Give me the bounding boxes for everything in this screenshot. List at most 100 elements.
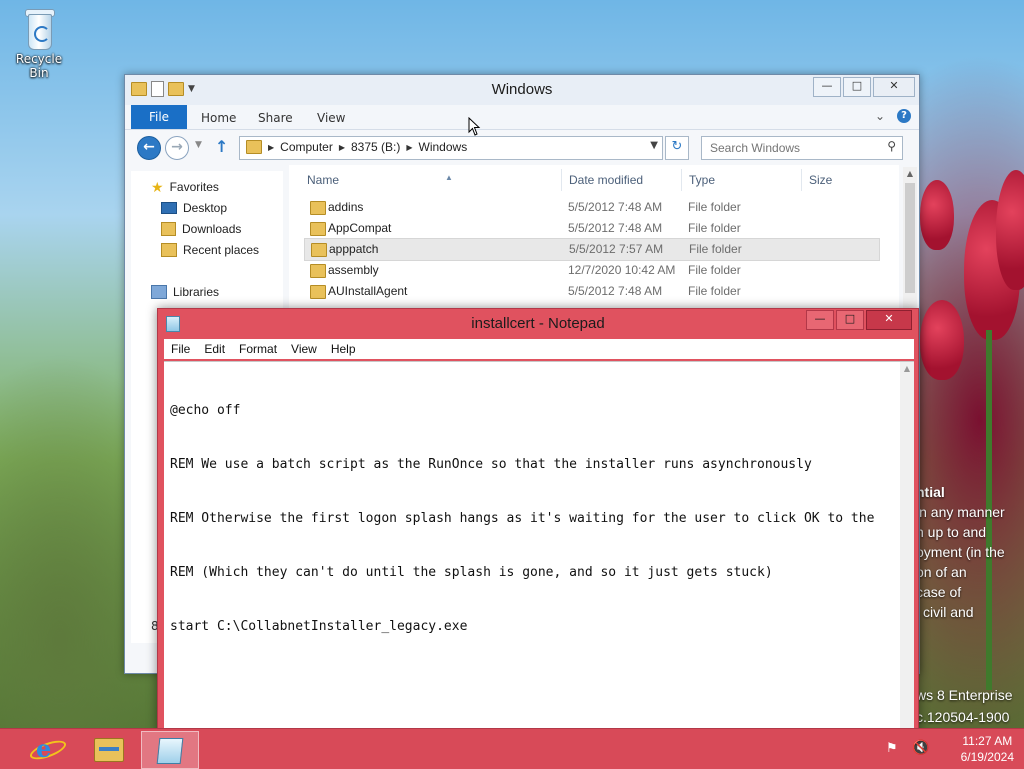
up-button[interactable]: ↑ [215, 137, 228, 156]
file-type: File folder [688, 263, 741, 277]
breadcrumb-drive[interactable]: 8375 (B:) [351, 140, 400, 154]
libraries-icon [151, 285, 167, 299]
recycle-bin-desktop-icon[interactable]: Recycle Bin [6, 6, 72, 80]
menu-edit[interactable]: Edit [197, 339, 232, 359]
search-input[interactable] [708, 137, 882, 159]
notepad-caption-buttons: — □ ✕ [804, 310, 912, 330]
back-button[interactable]: ← [137, 136, 161, 160]
table-row[interactable]: AppCompat 5/5/2012 7:48 AM File folder [304, 218, 878, 239]
refresh-button[interactable]: ↻ [665, 136, 689, 160]
tab-view[interactable]: View [317, 108, 345, 128]
file-date: 12/7/2020 10:42 AM [568, 263, 676, 277]
text-line: REM (Which they can't do until the splas… [170, 565, 773, 580]
tab-file[interactable]: File [131, 105, 187, 129]
table-row[interactable]: AUInstallAgent 5/5/2012 7:48 AM File fol… [304, 281, 878, 302]
expand-ribbon-icon[interactable]: ⌄ [875, 109, 885, 123]
notepad-content: @echo off REM We use a batch script as t… [170, 366, 890, 672]
maximize-button[interactable]: □ [843, 77, 871, 97]
tab-share[interactable]: Share [258, 108, 293, 128]
maximize-button[interactable]: □ [836, 310, 864, 330]
file-date: 5/5/2012 7:48 AM [568, 284, 663, 298]
chevron-right-icon[interactable]: ▶ [406, 143, 412, 152]
scroll-up-icon[interactable]: ▲ [900, 364, 914, 373]
network-icon[interactable]: ⚑ [886, 741, 898, 756]
file-type: File folder [688, 200, 741, 214]
taskbar-file-explorer[interactable] [80, 731, 136, 767]
explorer-title-bar[interactable]: ▼ Windows — □ ✕ [125, 75, 919, 105]
recycle-bin-label: Recycle Bin [15, 52, 63, 80]
tab-home[interactable]: Home [201, 108, 236, 128]
menu-help[interactable]: Help [324, 339, 363, 359]
breadcrumb: ▶ Computer ▶ 8375 (B:) ▶ Windows [246, 140, 467, 154]
watermark-line: oyment (in the [916, 544, 1005, 560]
file-explorer-icon [94, 738, 124, 762]
minimize-button[interactable]: — [813, 77, 841, 97]
menu-file[interactable]: File [164, 339, 197, 359]
tulip-decoration [996, 170, 1024, 290]
nav-recent-places[interactable]: Recent places [161, 240, 259, 260]
folder-icon [310, 264, 326, 278]
breadcrumb-computer[interactable]: Computer [280, 140, 333, 154]
minimize-button[interactable]: — [806, 310, 834, 330]
internet-explorer-icon: e [36, 734, 52, 763]
recent-locations-dropdown[interactable]: ▼ [195, 140, 202, 150]
star-icon: ★ [151, 179, 164, 195]
file-type: File folder [688, 221, 741, 235]
address-dropdown-icon[interactable]: ▼ [650, 140, 658, 151]
chevron-right-icon[interactable]: ▶ [339, 143, 345, 152]
notepad-window[interactable]: installcert - Notepad — □ ✕ File Edit Fo… [157, 308, 919, 734]
close-button[interactable]: ✕ [866, 310, 912, 330]
nav-desktop[interactable]: Desktop [161, 198, 227, 218]
folder-icon [310, 285, 326, 299]
scroll-up-icon[interactable]: ▲ [903, 169, 917, 178]
table-row[interactable]: assembly 12/7/2020 10:42 AM File folder [304, 260, 878, 281]
help-icon[interactable]: ? [897, 109, 911, 123]
taskbar-notepad[interactable] [141, 731, 199, 769]
table-row[interactable]: addins 5/5/2012 7:48 AM File folder [304, 197, 878, 218]
speaker-muted-icon[interactable]: 🔇 [912, 740, 929, 756]
notepad-icon [156, 738, 184, 764]
menu-view[interactable]: View [284, 339, 324, 359]
recent-places-icon [161, 243, 177, 257]
windows-version-text: ws 8 Enterprise c.120504-1900 [916, 684, 1024, 728]
file-name: AUInstallAgent [328, 284, 408, 298]
breadcrumb-windows[interactable]: Windows [419, 140, 468, 154]
watermark-line: ntial [916, 484, 945, 500]
notepad-text-area[interactable]: @echo off REM We use a batch script as t… [164, 361, 914, 729]
clock-time: 11:27 AM [962, 734, 1013, 748]
taskbar-internet-explorer[interactable]: e [18, 731, 74, 767]
file-type: File folder [689, 242, 742, 256]
address-bar[interactable]: ▶ Computer ▶ 8375 (B:) ▶ Windows ▼ [239, 136, 663, 160]
file-name: addins [328, 200, 364, 214]
nav-recent-places-label: Recent places [183, 243, 260, 257]
file-type: File folder [688, 284, 741, 298]
nav-libraries[interactable]: Libraries [151, 282, 219, 302]
nav-favorites[interactable]: ★ Favorites [151, 177, 219, 197]
chevron-right-icon[interactable]: ▶ [268, 143, 274, 152]
folder-icon [311, 243, 327, 257]
notepad-scrollbar[interactable]: ▲ [900, 362, 914, 729]
folder-icon [246, 140, 262, 154]
folder-icon [310, 201, 326, 215]
tulip-decoration [920, 300, 964, 380]
notepad-title-bar[interactable]: installcert - Notepad — □ ✕ [158, 309, 918, 339]
nav-favorites-label: Favorites [169, 180, 219, 194]
nav-downloads-label: Downloads [182, 222, 242, 236]
menu-format[interactable]: Format [232, 339, 284, 359]
search-icon[interactable]: ⚲ [887, 139, 896, 153]
table-row-selected[interactable]: apppatch 5/5/2012 7:57 AM File folder [304, 238, 880, 261]
nav-downloads[interactable]: Downloads [161, 219, 241, 239]
watermark-line: n up to and [916, 524, 987, 540]
recycle-bin-icon [22, 6, 56, 50]
system-tray: ⚑ 🔇 11:27 AM 6/19/2024 [874, 729, 1024, 769]
clock[interactable]: 11:27 AM 6/19/2024 [961, 733, 1014, 765]
file-name: apppatch [329, 242, 379, 256]
mouse-cursor-icon [468, 117, 481, 136]
ribbon-tabs: File Home Share View ⌄ ? [125, 105, 919, 130]
tulip-decoration [920, 180, 954, 250]
close-button[interactable]: ✕ [873, 77, 915, 97]
forward-button[interactable]: → [165, 136, 189, 160]
search-box[interactable]: ⚲ [701, 136, 903, 160]
file-name: assembly [328, 263, 379, 277]
scroll-thumb[interactable] [905, 183, 915, 293]
